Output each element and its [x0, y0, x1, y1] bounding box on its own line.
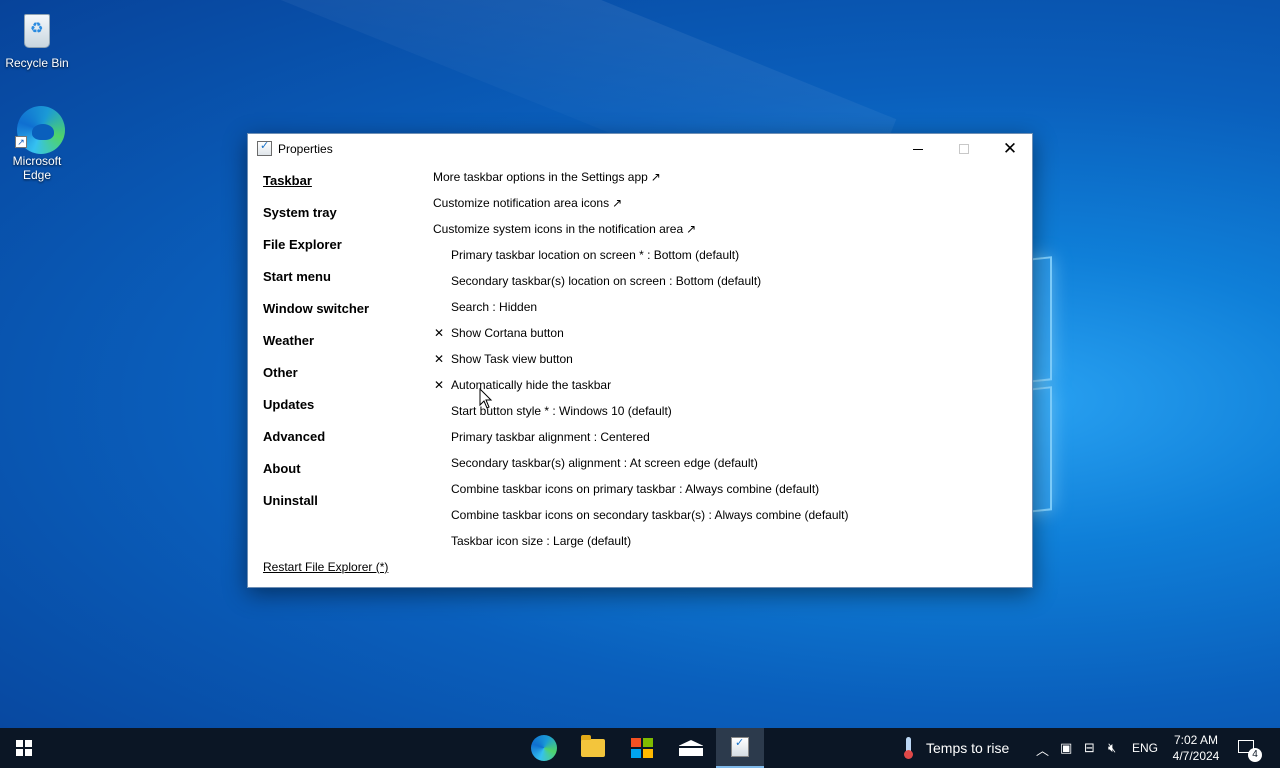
setting-primary-alignment[interactable]: Primary taskbar alignment : Centered: [433, 430, 849, 456]
nav-item-start-menu[interactable]: Start menu: [263, 269, 369, 301]
desktop-icon-label: Recycle Bin: [5, 56, 69, 70]
file-explorer-icon: [581, 735, 605, 757]
setting-cortana-button[interactable]: ✕ Show Cortana button: [433, 326, 849, 352]
nav-item-window-switcher[interactable]: Window switcher: [263, 301, 369, 333]
setting-label: Primary taskbar alignment : Centered: [451, 430, 650, 444]
title-bar[interactable]: Properties ✕: [248, 134, 1032, 164]
setting-start-button-style[interactable]: Start button style * : Windows 10 (defau…: [433, 404, 849, 430]
meet-now-icon[interactable]: ▣: [1060, 740, 1072, 756]
window-title: Properties: [278, 142, 333, 156]
taskbar-properties-button[interactable]: [716, 728, 764, 768]
checkbox-mark: ✕: [434, 352, 445, 366]
taskbar-edge-button[interactable]: [520, 728, 568, 768]
setting-secondary-alignment[interactable]: Secondary taskbar(s) alignment : At scre…: [433, 456, 849, 482]
nav-item-weather[interactable]: Weather: [263, 333, 369, 365]
setting-label: Taskbar icon size : Large (default): [451, 534, 632, 548]
system-icons-link[interactable]: Customize system icons in the notificati…: [433, 222, 849, 248]
setting-label: Secondary taskbar(s) location on screen …: [451, 274, 762, 288]
setting-secondary-location[interactable]: Secondary taskbar(s) location on screen …: [433, 274, 849, 300]
properties-icon: [731, 736, 749, 757]
properties-window: Properties ✕ Taskbar System tray File Ex…: [247, 133, 1033, 588]
nav-item-about[interactable]: About: [263, 461, 369, 493]
setting-label: Primary taskbar location on screen * : B…: [451, 248, 740, 262]
language-indicator[interactable]: ENG: [1132, 741, 1158, 755]
show-hidden-icons-chevron-icon[interactable]: ︿: [1036, 740, 1049, 759]
minimize-button[interactable]: [895, 134, 941, 164]
restart-file-explorer-link[interactable]: Restart File Explorer (*): [263, 560, 388, 574]
checkbox-mark: ✕: [434, 326, 445, 340]
notification-count-badge: 4: [1248, 748, 1262, 762]
weather-widget[interactable]: Temps to rise: [904, 728, 1009, 768]
nav-item-uninstall[interactable]: Uninstall: [263, 493, 369, 525]
sidebar-nav: Taskbar System tray File Explorer Start …: [263, 173, 369, 525]
taskbar: Temps to rise ︿ ▣ ⊟ 🔇︎ ENG 7:02 AM 4/7/2…: [0, 728, 1280, 768]
maximize-icon: [959, 144, 969, 154]
close-icon: ✕: [1002, 139, 1018, 158]
maximize-button[interactable]: [941, 134, 987, 164]
notification-icons-link[interactable]: Customize notification area icons ↗: [433, 196, 849, 222]
external-link-icon: ↗: [650, 170, 661, 184]
nav-item-other[interactable]: Other: [263, 365, 369, 397]
link-label: Customize system icons in the notificati…: [433, 222, 684, 236]
setting-icon-size[interactable]: Taskbar icon size : Large (default): [433, 534, 849, 560]
clock-date: 4/7/2024: [1172, 749, 1220, 763]
properties-app-icon: [257, 139, 272, 156]
setting-label: Automatically hide the taskbar: [451, 378, 612, 392]
clock-time: 7:02 AM: [1173, 733, 1219, 747]
setting-auto-hide[interactable]: ✕ Automatically hide the taskbar: [433, 378, 849, 404]
settings-list: More taskbar options in the Settings app…: [433, 170, 849, 560]
setting-task-view-button[interactable]: ✕ Show Task view button: [433, 352, 849, 378]
taskbar-file-explorer-button[interactable]: [569, 728, 617, 768]
weather-text: Temps to rise: [926, 740, 1010, 756]
system-clock[interactable]: 7:02 AM 4/7/2024: [1170, 732, 1222, 764]
close-button[interactable]: ✕: [987, 134, 1033, 164]
setting-label: Combine taskbar icons on primary taskbar…: [451, 482, 820, 496]
setting-label: Combine taskbar icons on secondary taskb…: [451, 508, 849, 522]
mail-icon: [679, 740, 703, 756]
link-label: Customize notification area icons: [433, 196, 610, 210]
windows-start-icon: [16, 740, 32, 756]
setting-search[interactable]: Search : Hidden: [433, 300, 849, 326]
setting-label: Show Cortana button: [451, 326, 564, 340]
settings-app-link[interactable]: More taskbar options in the Settings app…: [433, 170, 849, 196]
setting-combine-secondary[interactable]: Combine taskbar icons on secondary taskb…: [433, 508, 849, 534]
edge-icon: [531, 735, 557, 761]
edge-icon: ↗: [15, 106, 65, 154]
setting-label: Search : Hidden: [451, 300, 538, 314]
network-icon[interactable]: ⊟: [1084, 740, 1095, 756]
setting-primary-location[interactable]: Primary taskbar location on screen * : B…: [433, 248, 849, 274]
external-link-icon: ↗: [686, 222, 697, 236]
desktop-icon-recycle-bin[interactable]: Recycle Bin: [0, 8, 74, 70]
nav-item-updates[interactable]: Updates: [263, 397, 369, 429]
desktop-icon-label: Microsoft Edge: [12, 154, 62, 182]
nav-item-advanced[interactable]: Advanced: [263, 429, 369, 461]
taskbar-store-button[interactable]: [618, 728, 666, 768]
start-button[interactable]: [0, 728, 48, 768]
setting-combine-primary[interactable]: Combine taskbar icons on primary taskbar…: [433, 482, 849, 508]
nav-item-system-tray[interactable]: System tray: [263, 205, 369, 237]
taskbar-mail-button[interactable]: [667, 728, 715, 768]
external-link-icon: ↗: [612, 196, 623, 210]
link-label: More taskbar options in the Settings app: [433, 170, 648, 184]
action-center-button[interactable]: 4: [1236, 738, 1262, 762]
thermometer-icon: [904, 737, 913, 759]
recycle-bin-icon: [15, 8, 59, 52]
checkbox-mark: ✕: [434, 378, 445, 392]
volume-muted-icon[interactable]: 🔇︎: [1108, 740, 1116, 756]
minimize-icon: [913, 148, 923, 150]
nav-item-taskbar[interactable]: Taskbar: [263, 173, 369, 205]
store-icon: [631, 738, 653, 758]
setting-label: Secondary taskbar(s) alignment : At scre…: [451, 456, 758, 470]
desktop-icon-edge[interactable]: ↗ Microsoft Edge: [0, 106, 74, 182]
setting-label: Show Task view button: [451, 352, 573, 366]
nav-item-file-explorer[interactable]: File Explorer: [263, 237, 369, 269]
